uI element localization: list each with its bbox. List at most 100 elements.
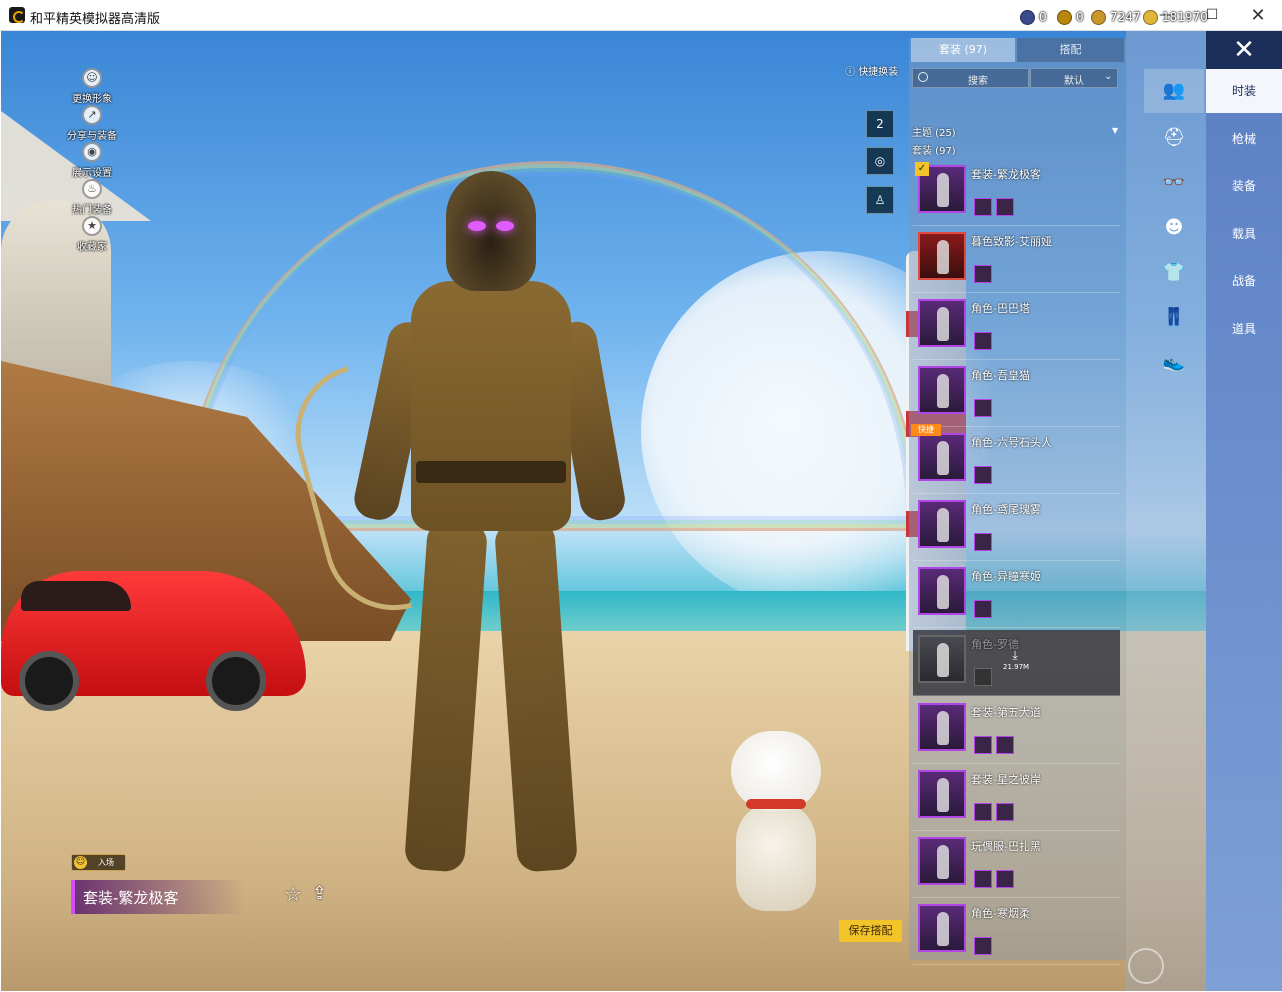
eye-icon: ◉ bbox=[82, 142, 102, 162]
outfit-list-panel: 套装 (97) 搭配 搜索 默认 ⌄ 主题 (25) ▼ 套装 (97) ✓ 套… bbox=[909, 38, 1126, 965]
currency-medal[interactable]: 0 bbox=[1057, 8, 1084, 26]
hair-icon: ☻ bbox=[1164, 217, 1184, 238]
ticket-icon bbox=[1020, 9, 1035, 25]
figure-icon: ♙ bbox=[874, 193, 886, 207]
tab-outfits[interactable]: 套装 (97) bbox=[911, 38, 1015, 62]
medal-icon bbox=[1057, 9, 1072, 25]
person-icon: ☺ bbox=[82, 68, 102, 88]
outfit-item[interactable]: 快捷 角色-六号石头人 bbox=[911, 424, 1120, 494]
quick-change-slot-1[interactable]: 2 bbox=[866, 110, 894, 138]
outfit-item[interactable]: 玩偶服-巴扎黑 bbox=[913, 832, 1120, 898]
outfit-thumbnail bbox=[918, 635, 966, 683]
glasses-icon: 👓 bbox=[1162, 172, 1186, 193]
piece-icon bbox=[974, 533, 992, 551]
outfit-thumbnail bbox=[918, 500, 966, 548]
piece-icon bbox=[974, 736, 992, 754]
slot-shoes[interactable]: 👟 bbox=[1144, 341, 1204, 385]
slot-hat[interactable]: ⛑ bbox=[1144, 116, 1204, 160]
left-menu-hot-items[interactable]: ♨ 热门装备 bbox=[62, 179, 122, 216]
nav-equipment[interactable]: 装备 bbox=[1206, 164, 1282, 208]
outfit-icon: 👥 bbox=[1162, 80, 1186, 101]
currency-gold[interactable]: 181970 bbox=[1143, 8, 1208, 26]
piece-icon bbox=[974, 198, 992, 216]
nav-fashion[interactable]: 时装 bbox=[1206, 69, 1282, 113]
search-input[interactable]: 搜索 bbox=[912, 68, 1029, 88]
outfit-item[interactable]: 套装-星之彼岸 bbox=[913, 765, 1120, 831]
outfit-tabs: 套装 (97) 搭配 bbox=[909, 38, 1126, 62]
currency-coupon[interactable]: 7247 bbox=[1091, 8, 1141, 26]
nav-vehicles[interactable]: 载具 bbox=[1206, 212, 1282, 256]
smile-icon: ☺ bbox=[74, 856, 87, 869]
tab-match[interactable]: 搭配 bbox=[1017, 38, 1124, 62]
piece-icon bbox=[996, 803, 1014, 821]
fire-icon: ♨ bbox=[82, 179, 102, 199]
outfit-item[interactable]: 套装-第五大道 bbox=[913, 698, 1120, 764]
badge-icon: ◎ bbox=[874, 154, 886, 168]
outfit-thumbnail bbox=[918, 770, 966, 818]
outfit-item[interactable]: 角色-异瞳寒姬 bbox=[913, 562, 1120, 628]
left-menu-change-appearance[interactable]: ☺ 更换形象 bbox=[62, 68, 122, 105]
current-outfit-label: 套装-繁龙极客 bbox=[71, 880, 246, 914]
currency-ticket[interactable]: 0 bbox=[1020, 8, 1047, 26]
piece-icon bbox=[974, 265, 992, 283]
pet-companion[interactable] bbox=[721, 731, 836, 921]
save-outfit-button[interactable]: 保存搭配 bbox=[839, 920, 902, 942]
entry-badge: ☺ 入场 bbox=[71, 854, 126, 871]
close-icon: ✕ bbox=[1233, 35, 1255, 65]
outfit-thumbnail bbox=[918, 232, 966, 280]
chevron-down-icon: ⌄ bbox=[1104, 71, 1113, 82]
dropdown-arrow-icon[interactable]: ▼ bbox=[1112, 126, 1118, 135]
piece-icon bbox=[996, 736, 1014, 754]
slot-top[interactable]: 👕 bbox=[1144, 251, 1204, 295]
piece-icon bbox=[974, 399, 992, 417]
left-menu-collector[interactable]: ★ 收藏家 bbox=[62, 216, 122, 253]
left-menu-display-settings[interactable]: ◉ 展示设置 bbox=[62, 142, 122, 179]
coupon-icon bbox=[1091, 9, 1106, 25]
outfit-thumbnail bbox=[918, 366, 966, 414]
nav-guns[interactable]: 枪械 bbox=[1206, 117, 1282, 161]
nav-combat-prep[interactable]: 战备 bbox=[1206, 259, 1282, 303]
piece-icon bbox=[974, 466, 992, 484]
outfit-item[interactable]: 暮色致影-艾丽娅 bbox=[913, 227, 1120, 293]
quick-change-slot-2[interactable]: ◎ bbox=[866, 147, 894, 175]
outfit-item[interactable]: 角色-吾皇猫 bbox=[913, 361, 1120, 427]
download-icon[interactable]: ⤓ bbox=[1008, 648, 1022, 662]
piece-icon bbox=[996, 198, 1014, 216]
pants-icon: 👖 bbox=[1162, 307, 1186, 328]
favorite-star-icon[interactable]: ☆ bbox=[284, 883, 306, 905]
quick-change-slot-3[interactable]: ♙ bbox=[866, 186, 894, 214]
outfit-item-not-downloaded[interactable]: 角色-罗德 ⤓ 21.97M bbox=[913, 630, 1120, 696]
shoes-icon: 👟 bbox=[1162, 352, 1186, 373]
outfit-slot-column: 👥 ⛑ 👓 ☻ 👕 👖 👟 bbox=[1126, 31, 1206, 991]
window-title: 和平精英模拟器高清版 bbox=[30, 12, 161, 27]
share-export-icon[interactable]: ⇪ bbox=[312, 883, 334, 905]
red-sports-car bbox=[1, 571, 306, 711]
character-model[interactable] bbox=[279, 171, 629, 891]
sort-dropdown[interactable]: 默认 ⌄ bbox=[1030, 68, 1118, 88]
outfit-item[interactable]: 角色-寒烟柔 bbox=[913, 899, 1120, 965]
quick-change-label[interactable]: ⓘ 快捷换装 bbox=[845, 63, 898, 78]
download-size: 21.97M bbox=[1003, 663, 1030, 671]
outfit-item[interactable]: 角色-巴巴塔 bbox=[913, 294, 1120, 360]
window-close-button[interactable]: ✕ bbox=[1235, 0, 1281, 31]
quick-tag: 快捷 bbox=[911, 424, 941, 436]
slot-hair[interactable]: ☻ bbox=[1144, 206, 1204, 250]
outfit-thumbnail bbox=[918, 299, 966, 347]
piece-icon bbox=[974, 937, 992, 955]
window-titlebar: 和平精英模拟器高清版 — ☐ ✕ bbox=[0, 0, 1282, 31]
slot-glasses[interactable]: 👓 bbox=[1144, 161, 1204, 205]
category-theme[interactable]: 主题 (25) bbox=[912, 124, 956, 139]
outfit-item[interactable]: 角色-鸢尾瑰雾 bbox=[913, 495, 1120, 561]
slot-pants[interactable]: 👖 bbox=[1144, 296, 1204, 340]
help-icon: ⓘ bbox=[845, 67, 855, 78]
left-menu-share[interactable]: ↗ 分享与装备 bbox=[62, 105, 122, 142]
nav-items[interactable]: 道具 bbox=[1206, 307, 1282, 351]
piece-icon bbox=[974, 803, 992, 821]
outfit-thumbnail bbox=[918, 433, 966, 481]
piece-icon bbox=[974, 332, 992, 350]
category-outfits[interactable]: 套装 (97) bbox=[912, 142, 956, 157]
outfit-thumbnail bbox=[918, 567, 966, 615]
slot-outfit[interactable]: 👥 bbox=[1144, 69, 1204, 113]
close-panel-button[interactable]: ✕ bbox=[1206, 31, 1282, 69]
outfit-item[interactable]: ✓ 套装-繁龙极客 bbox=[913, 160, 1120, 226]
